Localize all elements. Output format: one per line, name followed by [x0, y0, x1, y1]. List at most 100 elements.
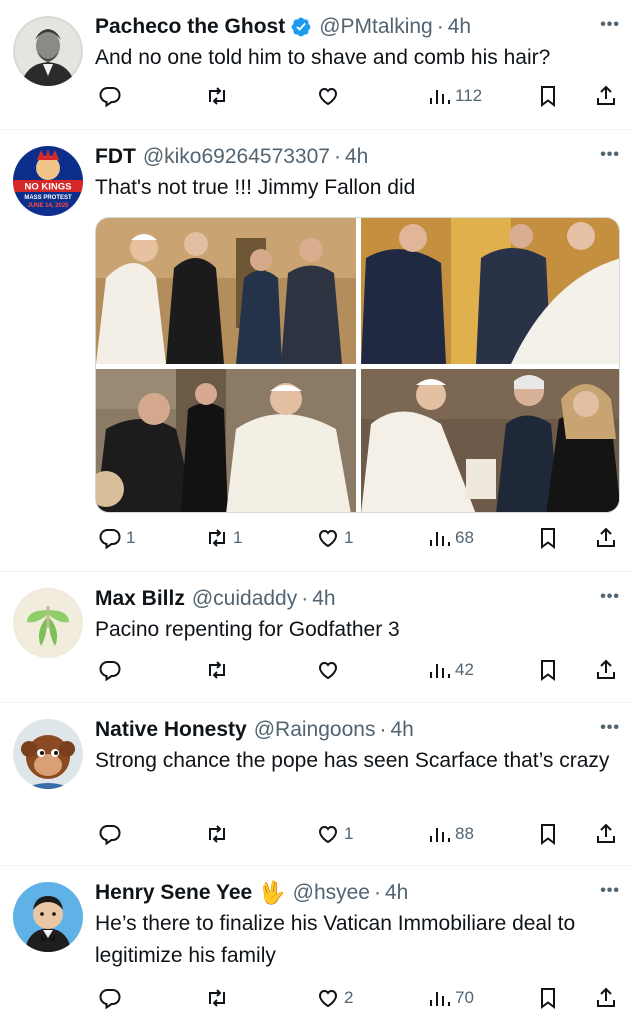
timestamp[interactable]: 4h [385, 881, 408, 905]
avatar[interactable] [13, 16, 83, 86]
tweet[interactable]: Pacheco the Ghost @PMtalking · 4h ••• An… [0, 0, 634, 130]
avatar[interactable]: NO KINGS MASS PROTEST JUNE 14, 2025 [13, 146, 83, 216]
timestamp[interactable]: 4h [390, 718, 413, 742]
author-handle[interactable]: @PMtalking [319, 15, 433, 39]
bookmark-button[interactable] [536, 81, 560, 111]
separator-dot: · [333, 145, 341, 168]
views-icon [430, 664, 450, 678]
heart-icon [318, 825, 338, 844]
heart-icon [318, 989, 338, 1008]
share-button[interactable] [594, 983, 618, 1013]
reply-button[interactable] [98, 819, 126, 849]
share-button[interactable] [594, 655, 618, 685]
photo-3[interactable] [96, 369, 356, 512]
tweet-text: Strong chance the pope has seen Scarface… [95, 749, 610, 772]
reply-button[interactable] [98, 81, 126, 111]
avatar[interactable] [13, 882, 83, 952]
retweet-button[interactable] [205, 819, 233, 849]
author-name[interactable]: Henry Sene Yee [95, 881, 252, 905]
timestamp[interactable]: 4h [312, 587, 335, 611]
views-button[interactable]: 42 [427, 655, 474, 685]
reply-feed: Pacheco the Ghost @PMtalking · 4h ••• An… [0, 0, 634, 1029]
bookmark-icon [541, 660, 555, 681]
bookmark-button[interactable] [536, 983, 560, 1013]
views-button[interactable]: 112 [427, 81, 482, 111]
photo-grid[interactable] [95, 217, 620, 513]
separator-dot: · [436, 15, 444, 38]
bookmark-button[interactable] [536, 819, 560, 849]
more-options-icon[interactable]: ••• [600, 16, 620, 34]
author-name[interactable]: Native Honesty [95, 718, 247, 742]
author-name[interactable]: FDT [95, 145, 136, 169]
separator-dot: · [379, 718, 387, 741]
views-icon [430, 532, 450, 546]
views-button[interactable]: 88 [427, 819, 474, 849]
heart-icon [318, 87, 338, 106]
timestamp[interactable]: 4h [448, 15, 471, 39]
like-button[interactable]: 1 [316, 819, 353, 849]
tweet-header: Pacheco the Ghost @PMtalking · 4h [95, 12, 620, 42]
author-name[interactable]: Max Billz [95, 587, 185, 611]
author-handle[interactable]: @Raingoons [254, 718, 376, 742]
like-button[interactable]: 2 [316, 983, 353, 1013]
tweet[interactable]: Native Honesty @Raingoons · 4h ••• Stron… [0, 703, 634, 866]
tweet[interactable]: Max Billz @cuidaddy · 4h ••• Pacino repe… [0, 572, 634, 703]
like-button[interactable] [316, 655, 344, 685]
bookmark-button[interactable] [536, 655, 560, 685]
views-icon [430, 90, 450, 104]
bookmark-button[interactable] [536, 523, 560, 553]
tweet[interactable]: Henry Sene Yee 🖖 @hsyee · 4h ••• He’s th… [0, 866, 634, 1029]
avatar-badge-line3: JUNE 14, 2025 [27, 203, 69, 209]
reply-icon [99, 661, 121, 682]
share-icon [597, 659, 615, 679]
bookmark-icon [541, 988, 555, 1009]
separator-dot: · [373, 881, 381, 904]
views-icon [430, 828, 450, 842]
tweet-header: Henry Sene Yee 🖖 @hsyee · 4h [95, 878, 620, 908]
heart-icon [318, 661, 338, 680]
like-button[interactable]: 1 [316, 523, 353, 553]
separator-dot: · [301, 587, 309, 610]
avatar[interactable] [13, 588, 83, 658]
like-button[interactable] [316, 81, 344, 111]
avatar[interactable] [13, 719, 83, 789]
author-handle[interactable]: @hsyee [293, 881, 370, 905]
timestamp[interactable]: 4h [345, 145, 368, 169]
photo-4[interactable] [361, 369, 619, 512]
share-button[interactable] [594, 523, 618, 553]
tweet[interactable]: NO KINGS MASS PROTEST JUNE 14, 2025 FDT … [0, 130, 634, 572]
more-options-icon[interactable]: ••• [600, 146, 620, 164]
retweet-icon [209, 87, 225, 105]
share-icon [597, 987, 615, 1007]
share-icon [597, 823, 615, 843]
reply-button[interactable] [98, 983, 126, 1013]
author-handle[interactable]: @cuidaddy [192, 587, 297, 611]
tweet-header: Native Honesty @Raingoons · 4h [95, 715, 620, 745]
more-options-icon[interactable]: ••• [600, 588, 620, 606]
retweet-button[interactable] [205, 983, 233, 1013]
tweet-header: FDT @kiko69264573307 · 4h [95, 142, 620, 172]
reply-icon [99, 825, 121, 846]
retweet-button[interactable] [205, 81, 233, 111]
more-options-icon[interactable]: ••• [600, 882, 620, 900]
retweet-icon [209, 661, 225, 679]
retweet-button[interactable] [205, 655, 233, 685]
share-button[interactable] [594, 819, 618, 849]
reply-icon [99, 87, 121, 108]
more-options-icon[interactable]: ••• [600, 719, 620, 737]
heart-icon [318, 529, 338, 548]
reply-button[interactable] [98, 655, 126, 685]
author-name[interactable]: Pacheco the Ghost [95, 15, 285, 39]
tweet-text: And no one told him to shave and comb hi… [95, 46, 551, 69]
photo-2[interactable] [361, 218, 619, 364]
author-handle[interactable]: @kiko69264573307 [143, 145, 330, 169]
retweet-button[interactable]: 1 [205, 523, 242, 553]
share-icon [597, 527, 615, 547]
retweet-icon [209, 529, 225, 547]
tweet-text: That's not true !!! Jimmy Fallon did [95, 176, 416, 199]
photo-1[interactable] [96, 218, 356, 364]
share-button[interactable] [594, 81, 618, 111]
views-button[interactable]: 68 [427, 523, 474, 553]
views-button[interactable]: 70 [427, 983, 474, 1013]
reply-button[interactable]: 1 [98, 523, 135, 553]
